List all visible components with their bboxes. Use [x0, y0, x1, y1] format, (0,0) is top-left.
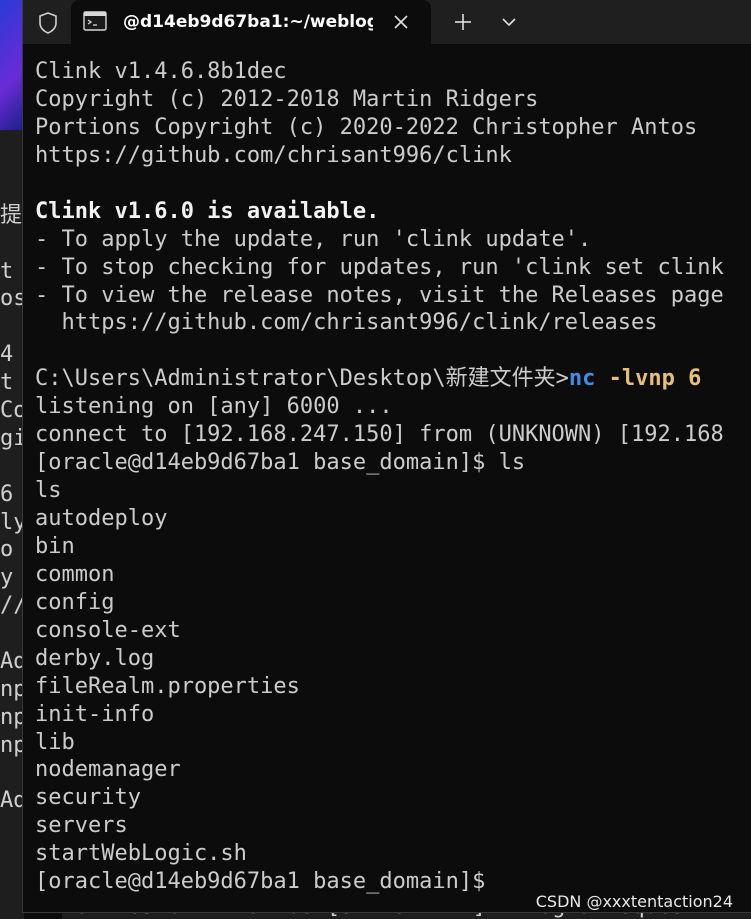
background-text-line: Co [0, 398, 24, 424]
title-bar[interactable]: @d14eb9d67ba1:~/weblogic/ [23, 0, 751, 44]
background-text-line: npu [0, 676, 24, 702]
background-window-text: 提员t Wose4t CCogit6lyo cy t//gAdnpunpunpu… [0, 146, 24, 815]
terminal-line: lib [35, 729, 75, 755]
background-text-line: ly [0, 509, 24, 535]
background-text-line: y t [0, 565, 14, 591]
background-text-line: o c [0, 537, 14, 563]
terminal-line: nodemanager [35, 757, 181, 783]
watermark: CSDN @xxxtentaction24 [535, 892, 733, 911]
background-text-line: ose [0, 286, 24, 312]
background-text-line: //g [0, 593, 24, 619]
close-icon[interactable] [387, 8, 415, 36]
background-text-line [0, 146, 24, 174]
terminal-line: fileRealm.properties [35, 673, 300, 699]
background-window[interactable]: 提员t Wose4t CCogit6lyo cy t//gAdnpunpunpu… [0, 0, 24, 919]
background-text-line: 4 [0, 342, 14, 368]
terminal-line: listening on [any] 6000 ... [35, 394, 393, 420]
background-text-line: t C [0, 370, 14, 396]
plus-icon[interactable] [447, 8, 479, 36]
terminal-window[interactable]: @d14eb9d67ba1:~/weblogic/ Clink v1.4.6.8… [22, 0, 751, 913]
terminal-line: Portions Copyright (c) 2020-2022 Christo… [35, 114, 698, 140]
background-text-line [0, 230, 24, 258]
terminal-line: console-ext [35, 617, 181, 643]
shield-icon[interactable] [33, 8, 63, 38]
terminal-line: bin [35, 533, 75, 559]
terminal-line: config [35, 589, 115, 615]
terminal-line: - To apply the update, run 'clink update… [35, 226, 592, 252]
terminal-line: Copyright (c) 2012-2018 Martin Ridgers [35, 86, 539, 112]
terminal-line: derby.log [35, 645, 155, 671]
terminal-line: - To stop checking for updates, run 'cli… [35, 254, 724, 280]
background-window-thumbnail [0, 0, 24, 130]
prompt-path: C:\Users\Administrator\Desktop\新建文件夹> [35, 366, 569, 392]
background-text-line [0, 620, 24, 648]
background-text-line [0, 760, 24, 788]
terminal-line: C:\Users\Administrator\Desktop\新建文件夹>nc … [35, 365, 751, 393]
terminal-line: Clink v1.6.0 is available. [35, 198, 380, 224]
terminal-line: common [35, 561, 115, 587]
background-text-line: Ad [0, 788, 24, 814]
background-text-line [0, 174, 24, 202]
background-text-line: npu [0, 732, 24, 758]
background-text-line: 提员 [0, 202, 24, 228]
background-text-line [0, 453, 24, 481]
terminal-output[interactable]: Clink v1.4.6.8b1dec Copyright (c) 2012-20… [35, 58, 751, 908]
chevron-down-icon[interactable] [495, 8, 523, 36]
tab-title: @d14eb9d67ba1:~/weblogic/ [123, 12, 373, 32]
terminal-line: servers [35, 813, 128, 839]
background-text-line: npu [0, 704, 24, 730]
terminal-line: ls [35, 478, 62, 504]
terminal-line: autodeploy [35, 506, 168, 531]
terminal-line: https://github.com/chrisant996/clink [35, 142, 512, 168]
background-text-line: t W [0, 258, 14, 284]
terminal-line: startWebLogic.sh [35, 841, 247, 867]
terminal-line: Clink v1.4.6.8b1dec [35, 59, 287, 84]
tab-terminal[interactable]: @d14eb9d67ba1:~/weblogic/ [71, 0, 431, 44]
background-text-line: git [0, 425, 24, 451]
background-text-line [0, 313, 24, 341]
background-text-line: 6 [0, 481, 14, 507]
terminal-line: [oracle@d14eb9d67ba1 base_domain]$ ls [35, 450, 526, 476]
terminal-line: init-info [35, 701, 155, 727]
command-args: -lvnp 6 [595, 366, 702, 392]
terminal-line: security [35, 785, 141, 811]
terminal-line: https://github.com/chrisant996/clink/rel… [35, 310, 658, 336]
command-name: nc [568, 366, 596, 392]
background-text-line: Ad [0, 649, 24, 675]
terminal-icon [83, 11, 107, 31]
terminal-line: connect to [192.168.247.150] from (UNKNO… [35, 422, 724, 448]
terminal-line: - To view the release notes, visit the R… [35, 282, 724, 308]
